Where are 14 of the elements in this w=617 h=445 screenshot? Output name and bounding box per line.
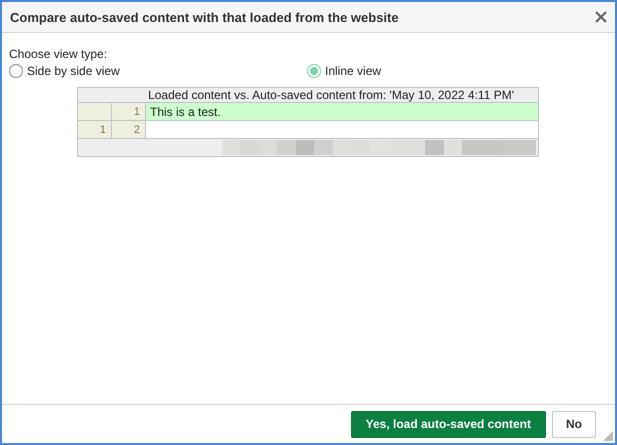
load-button[interactable]: Yes, load auto-saved content <box>350 410 546 438</box>
diff-header: Loaded content vs. Auto-saved content from: 'May 10, 2022 4:11 PM' <box>78 88 538 102</box>
close-icon[interactable] <box>595 11 607 23</box>
line-number: 1 <box>112 102 146 120</box>
line-number: 2 <box>112 120 146 138</box>
radio-label[interactable]: Side by side view <box>27 64 120 78</box>
dialog-title: Compare auto-saved content with that loaded from the website <box>10 10 399 24</box>
radio-label[interactable]: Inline view <box>325 64 382 78</box>
resize-grip-icon[interactable] <box>603 431 613 441</box>
view-type-label: Choose view type: <box>9 47 108 61</box>
no-button[interactable]: No <box>552 410 596 438</box>
line-number: 1 <box>78 120 112 138</box>
radio-button[interactable] <box>9 64 23 78</box>
radio-button[interactable] <box>307 64 321 78</box>
